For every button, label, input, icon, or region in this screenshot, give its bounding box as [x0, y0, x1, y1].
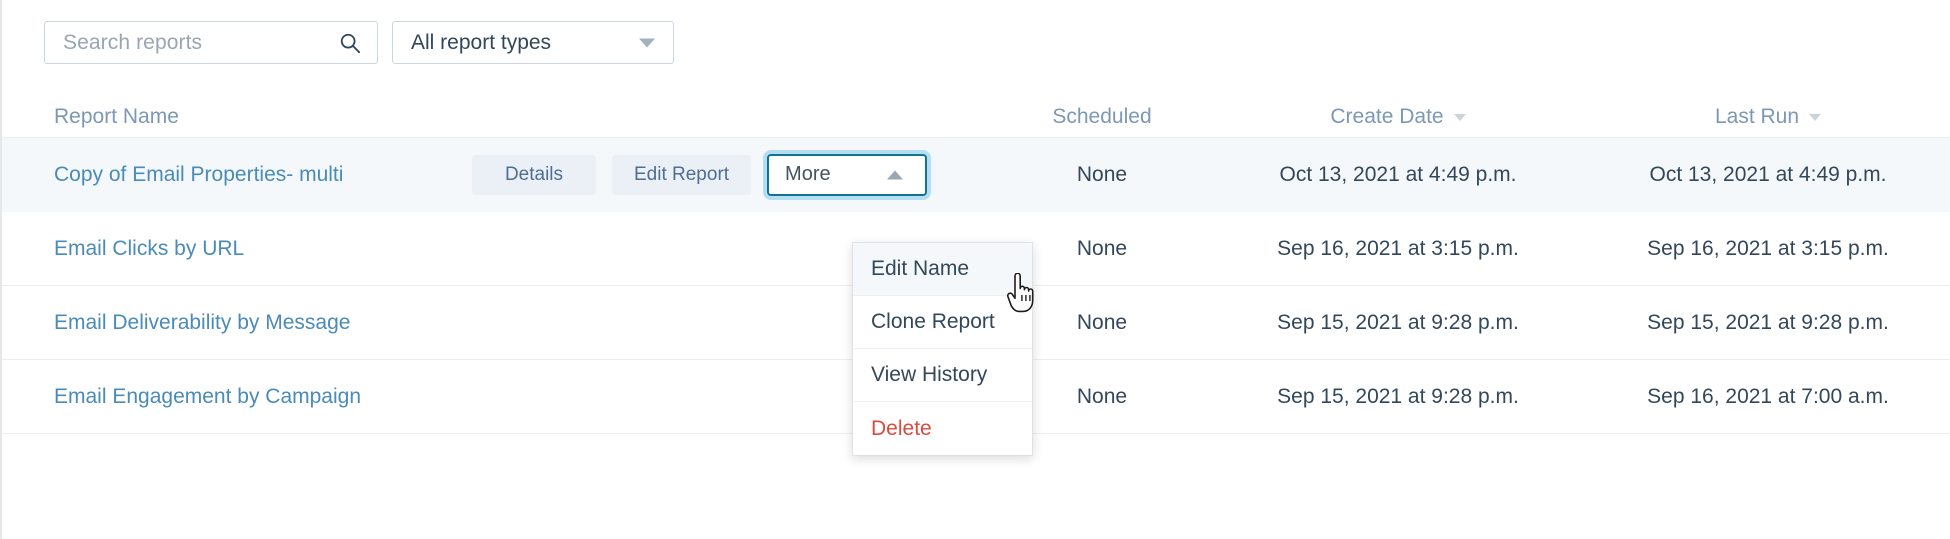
- edit-report-button[interactable]: Edit Report: [612, 155, 751, 195]
- search-input-placeholder: Search reports: [45, 31, 202, 55]
- sort-arrow-icon[interactable]: [1809, 114, 1821, 121]
- table-row[interactable]: Copy of Email Properties- multi Details …: [2, 138, 1950, 212]
- report-name-link[interactable]: Copy of Email Properties- multi: [54, 163, 343, 186]
- more-button-label: More: [785, 163, 831, 186]
- create-date-value: Oct 13, 2021 at 4:49 p.m.: [1280, 163, 1517, 186]
- last-run-value: Sep 15, 2021 at 9:28 p.m.: [1647, 311, 1889, 334]
- scheduled-value: None: [1077, 311, 1127, 334]
- filters-toolbar: Search reports All report types: [44, 21, 674, 64]
- chevron-up-icon: [887, 170, 903, 179]
- column-header-create-date[interactable]: Create Date: [1330, 105, 1465, 128]
- report-type-select[interactable]: All report types: [392, 21, 674, 64]
- sort-arrow-icon[interactable]: [1454, 114, 1466, 121]
- last-run-value: Oct 13, 2021 at 4:49 p.m.: [1650, 163, 1887, 186]
- more-dropdown-menu: Edit Name Clone Report View History Dele…: [852, 242, 1033, 456]
- scheduled-value: None: [1077, 163, 1127, 186]
- menu-item-view-history[interactable]: View History: [853, 349, 1032, 402]
- create-date-value: Sep 15, 2021 at 9:28 p.m.: [1277, 385, 1519, 408]
- details-button[interactable]: Details: [472, 155, 596, 195]
- column-header-report-name[interactable]: Report Name: [54, 105, 179, 128]
- column-header-last-run-label: Last Run: [1715, 105, 1799, 128]
- report-type-select-value: All report types: [393, 31, 551, 55]
- scheduled-value: None: [1077, 385, 1127, 408]
- menu-item-delete[interactable]: Delete: [853, 402, 1032, 455]
- report-name-link[interactable]: Email Clicks by URL: [54, 237, 244, 260]
- last-run-value: Sep 16, 2021 at 3:15 p.m.: [1647, 237, 1889, 260]
- menu-item-clone-report[interactable]: Clone Report: [853, 296, 1032, 349]
- scheduled-value: None: [1077, 237, 1127, 260]
- create-date-value: Sep 16, 2021 at 3:15 p.m.: [1277, 237, 1519, 260]
- report-name-link[interactable]: Email Engagement by Campaign: [54, 385, 361, 408]
- table-header-row: Report Name Scheduled Create Date Last R…: [2, 86, 1950, 138]
- last-run-value: Sep 16, 2021 at 7:00 a.m.: [1647, 385, 1889, 408]
- search-input[interactable]: Search reports: [44, 21, 378, 64]
- column-header-create-date-label: Create Date: [1330, 105, 1443, 128]
- more-button[interactable]: More: [767, 154, 927, 196]
- menu-item-edit-name[interactable]: Edit Name: [853, 243, 1032, 296]
- search-icon[interactable]: [339, 32, 361, 54]
- create-date-value: Sep 15, 2021 at 9:28 p.m.: [1277, 311, 1519, 334]
- reports-list-page: Search reports All report types Report N…: [0, 0, 1950, 539]
- column-header-last-run[interactable]: Last Run: [1715, 105, 1821, 128]
- report-name-link[interactable]: Email Deliverability by Message: [54, 311, 350, 334]
- chevron-down-icon: [639, 38, 655, 47]
- column-header-scheduled[interactable]: Scheduled: [1052, 105, 1151, 128]
